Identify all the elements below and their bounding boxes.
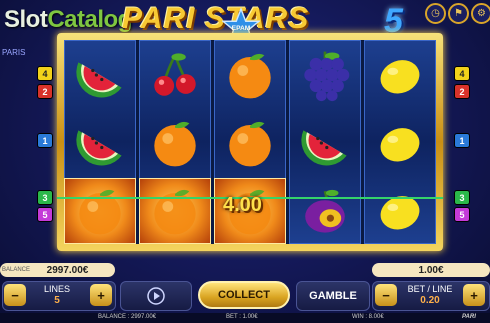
orange-symbol (215, 111, 285, 175)
orange-symbol (64, 178, 136, 244)
bet-value: 1.00€ (418, 264, 444, 276)
game-title: PARI STARS (122, 2, 310, 35)
lines-label: LINES (43, 284, 70, 294)
orange-symbol (215, 43, 285, 107)
line-marker-left-4[interactable]: 4 (37, 66, 53, 81)
line-marker-left-1[interactable]: 1 (37, 133, 53, 148)
balance-value: 2997.00€ (46, 264, 89, 276)
lemon-symbol (365, 179, 435, 243)
watermelon-symbol (65, 43, 135, 107)
bet-line-label: BET / LINE (407, 284, 453, 294)
clock-icon[interactable]: ◷ (425, 3, 446, 24)
line-marker-right-3[interactable]: 3 (454, 190, 470, 205)
win-amount: 4.00 (223, 194, 262, 216)
settings-icon[interactable]: ⚙ (471, 3, 490, 24)
plum-symbol (290, 179, 360, 243)
line-marker-right-5[interactable]: 5 (454, 207, 470, 222)
reel-1 (64, 40, 136, 244)
star-text: EPAM (232, 25, 251, 32)
provider-mark: PARIS (2, 48, 26, 57)
orange-symbol (140, 111, 210, 175)
logo-text-slot: Slot (4, 6, 48, 33)
footer-win: WIN : 8.00€ (352, 314, 384, 320)
balance-label: BALANCE (2, 267, 31, 273)
balance-display: BALANCE 2997.00€ (0, 263, 115, 277)
line-marker-left-2[interactable]: 2 (37, 84, 53, 99)
bet-minus-button[interactable]: − (375, 284, 397, 306)
gamble-button[interactable]: GAMBLE (296, 281, 370, 311)
play-icon (147, 287, 165, 305)
reel-5 (364, 40, 436, 244)
slotcatalog-logo: SlotCatalog (4, 6, 132, 34)
autoplay-button[interactable] (120, 281, 192, 311)
line-marker-right-4[interactable]: 4 (454, 66, 470, 81)
line-marker-right-2[interactable]: 2 (454, 84, 470, 99)
lemon-symbol (365, 111, 435, 175)
lemon-symbol (365, 43, 435, 107)
line-marker-left-5[interactable]: 5 (37, 207, 53, 222)
footer-balance: BALANCE : 2997.00€ (98, 314, 157, 320)
line-marker-left-3[interactable]: 3 (37, 190, 53, 205)
lines-plus-button[interactable]: + (90, 284, 112, 306)
watermelon-symbol (65, 111, 135, 175)
footer-bar: BALANCE : 2997.00€ BET : 1.00€ WIN : 8.0… (0, 313, 490, 323)
reel-2 (139, 40, 211, 244)
flag-icon[interactable]: ⚑ (448, 3, 469, 24)
bet-line-value: 0.20 (420, 295, 440, 306)
lines-value: 5 (54, 295, 60, 306)
bet-plus-button[interactable]: + (463, 284, 485, 306)
watermelon-symbol (290, 111, 360, 175)
grapes-symbol (290, 43, 360, 107)
reel-4 (289, 40, 361, 244)
footer-bet: BET : 1.00€ (226, 314, 258, 320)
line-marker-right-1[interactable]: 1 (454, 133, 470, 148)
footer-brand: PARI (462, 314, 476, 320)
cherry-symbol (140, 43, 210, 107)
orange-symbol (139, 178, 211, 244)
logo-text-catalog: Catalog (47, 6, 132, 33)
lines-minus-button[interactable]: − (4, 284, 26, 306)
collect-button[interactable]: COLLECT (198, 281, 290, 309)
bet-display: 1.00€ (372, 263, 490, 277)
